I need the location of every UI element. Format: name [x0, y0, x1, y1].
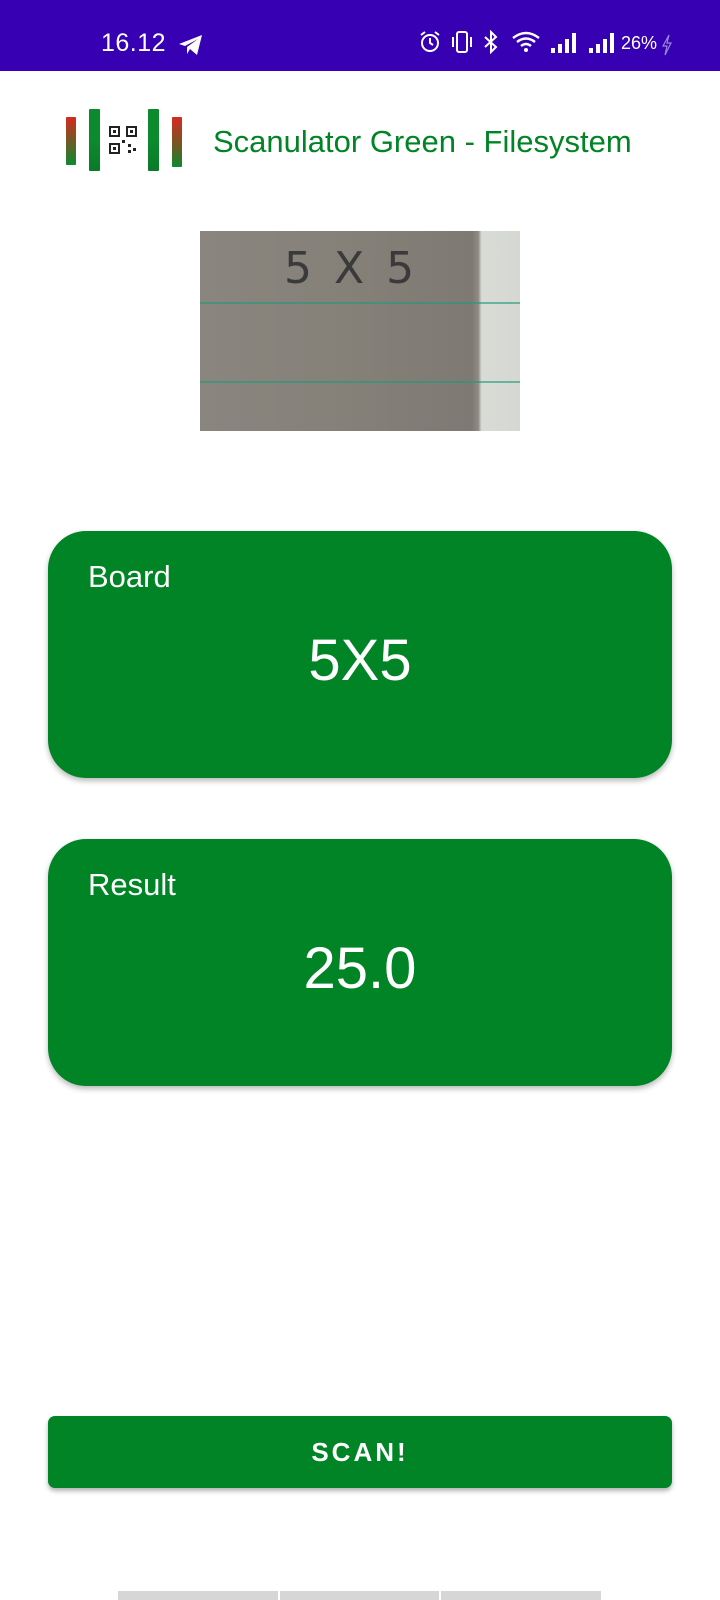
nav-gesture-bar[interactable]: [118, 1591, 278, 1600]
scanulator-logo: [66, 109, 182, 171]
scan-button[interactable]: SCAN!: [48, 1416, 672, 1488]
nav-gesture-bar[interactable]: [280, 1591, 439, 1600]
battery-percentage: 26%: [621, 33, 658, 53]
board-label: Board: [88, 559, 171, 594]
app-header: Scanulator Green - Filesystem: [0, 71, 720, 211]
result-value: 25.0: [303, 936, 417, 1001]
status-time: 16.12: [101, 29, 167, 57]
status-bar: 16.12 26%: [0, 0, 720, 71]
app-title: Scanulator Green - Filesystem: [213, 124, 632, 159]
handwritten-text: 5 X 5: [284, 243, 418, 294]
board-card: Board 5X5: [48, 531, 672, 778]
signal-icon: [589, 33, 614, 53]
telegram-icon: [179, 35, 202, 55]
board-value: 5X5: [308, 628, 412, 693]
vibrate-icon: [452, 31, 472, 53]
wifi-icon: [512, 31, 540, 52]
scanned-image: 5 X 5: [200, 243, 520, 383]
charging-icon: [661, 34, 672, 56]
scanned-image-preview: 5 X 5: [200, 231, 520, 431]
signal-icon: [551, 33, 576, 53]
result-label: Result: [88, 867, 176, 902]
nav-gesture-bar[interactable]: [441, 1591, 601, 1600]
alarm-icon: [420, 31, 440, 52]
result-card: Result 25.0: [48, 839, 672, 1086]
bluetooth-icon: [484, 30, 498, 54]
